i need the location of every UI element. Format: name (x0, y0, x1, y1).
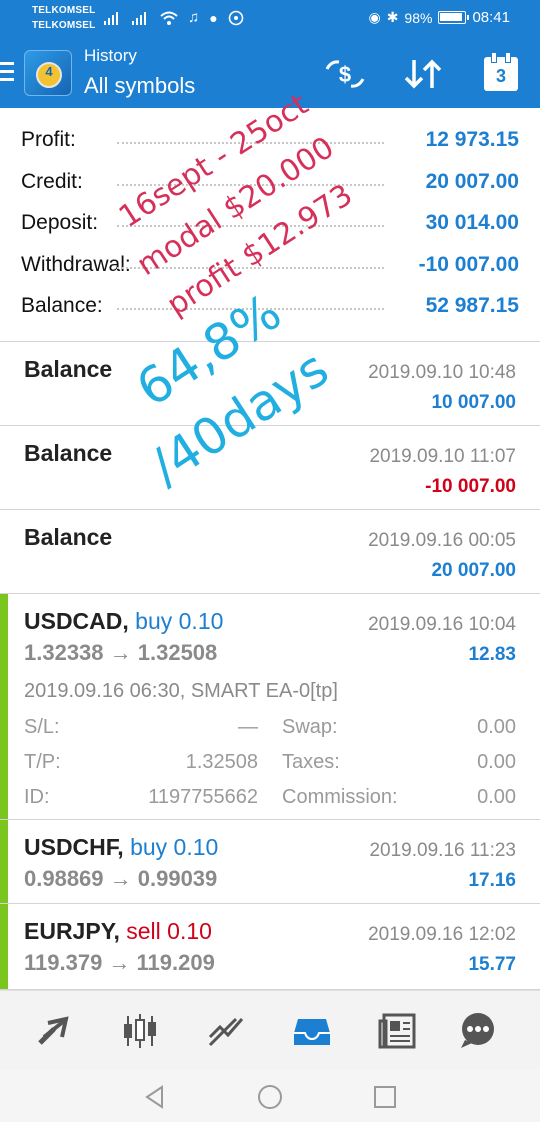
trade-open-info: 2019.09.16 06:30, SMART EA-0[tp] (24, 680, 338, 702)
trade-prices: 0.98869 → 0.99039 (24, 866, 218, 891)
sl-label: S/L: (24, 716, 60, 738)
status-icons-left: ♫ ● (104, 9, 244, 26)
summary-label: Credit: (21, 170, 83, 193)
operation-date: 2019.09.10 11:07 (369, 446, 516, 467)
wifi-icon (160, 11, 178, 25)
home-icon[interactable] (257, 1084, 283, 1110)
id-value: 1197755662 (148, 786, 258, 808)
carrier-label: TELKOMSEL (32, 5, 96, 16)
app-logo: 4 (24, 50, 72, 96)
trade-profit: 12.83 (468, 644, 516, 665)
bluetooth-icon: ✱ (386, 9, 399, 25)
dot-icon: ● (209, 9, 218, 26)
trade-symbol: USDCAD, (24, 608, 129, 634)
sl-value: — (238, 716, 258, 738)
trade-prices: 1.32338 → 1.32508 (24, 640, 218, 665)
trade-icon[interactable] (204, 1011, 248, 1051)
carrier-label: TELKOMSEL (32, 20, 96, 31)
commission-value: 0.00 (477, 786, 516, 808)
buy-indicator (0, 904, 8, 989)
summary-value: 12 973.15 (425, 128, 519, 151)
recents-icon[interactable] (372, 1084, 398, 1110)
summary-label: Deposit: (21, 211, 99, 234)
id-label: ID: (24, 786, 50, 808)
operation-amount: 20 007.00 (431, 560, 516, 581)
operation-label: Balance (24, 356, 113, 382)
calendar-icon[interactable]: 3 (482, 52, 520, 94)
summary-label: Withdrawal: (21, 253, 131, 276)
trade-date: 2019.09.16 10:04 (368, 614, 516, 635)
history-icon[interactable] (290, 1011, 334, 1051)
trade-profit: 17.16 (468, 870, 516, 891)
svg-text:$: $ (339, 62, 351, 87)
signal-icon (132, 11, 146, 25)
trade-side: buy 0.10 (135, 608, 224, 634)
buy-indicator (0, 820, 8, 903)
menu-icon[interactable] (0, 62, 14, 82)
chart-icon[interactable] (118, 1011, 162, 1051)
commission-label: Commission: (282, 786, 398, 808)
summary-value: 30 014.00 (425, 211, 519, 234)
sort-icon[interactable] (398, 54, 448, 94)
trade-prices: 119.379 → 119.209 (24, 950, 215, 975)
trade-row[interactable]: USDCAD, buy 0.10 1.32338 → 1.32508 2019.… (0, 594, 540, 820)
eye-icon: ◉ (368, 9, 381, 25)
swap-value: 0.00 (477, 716, 516, 738)
trade-profit: 15.77 (468, 954, 516, 975)
status-bar: TELKOMSEL TELKOMSEL ♫ ● ◉ ✱ 98% 08:41 (0, 0, 540, 38)
operation-amount: -10 007.00 (425, 476, 516, 497)
summary-label: Balance: (21, 294, 103, 317)
summary-label: Profit: (21, 128, 76, 151)
trade-symbol: EURJPY, (24, 918, 120, 944)
system-nav-bar (0, 1070, 540, 1122)
taxes-label: Taxes: (282, 751, 340, 773)
swap-label: Swap: (282, 716, 338, 738)
operation-date: 2019.09.10 10:48 (368, 362, 516, 383)
bottom-nav (0, 990, 540, 1070)
tp-label: T/P: (24, 751, 61, 773)
list-item[interactable]: Balance 2019.09.16 00:05 20 007.00 (0, 510, 540, 594)
calendar-day: 3 (484, 52, 518, 91)
operation-label: Balance (24, 524, 113, 550)
trade-side: sell 0.10 (126, 918, 212, 944)
operation-label: Balance (24, 440, 113, 466)
buy-indicator (0, 594, 8, 819)
clock: 08:41 (472, 9, 510, 26)
news-icon[interactable] (376, 1011, 420, 1051)
trade-date: 2019.09.16 11:23 (369, 840, 516, 861)
trade-row[interactable]: EURJPY, sell 0.10 119.379 → 119.209 2019… (0, 904, 540, 990)
battery-percent: 98% (404, 9, 433, 26)
trade-side: buy 0.10 (130, 834, 219, 860)
summary-value: 52 987.15 (425, 294, 519, 317)
signal-icon (104, 11, 118, 25)
operation-date: 2019.09.16 00:05 (368, 530, 516, 551)
tp-value: 1.32508 (185, 751, 258, 773)
page-subtitle: History (84, 46, 137, 65)
app-bar: 4 History All symbols $ 3 (0, 38, 540, 108)
trade-row[interactable]: USDCHF, buy 0.10 0.98869 → 0.99039 2019.… (0, 820, 540, 904)
chat-icon[interactable] (456, 1011, 500, 1051)
back-icon[interactable] (142, 1084, 168, 1110)
taxes-value: 0.00 (477, 751, 516, 773)
quotes-icon[interactable] (32, 1011, 76, 1051)
battery-icon (438, 11, 470, 24)
operation-amount: 10 007.00 (431, 392, 516, 413)
trade-symbol: USDCHF, (24, 834, 124, 860)
summary-value: 20 007.00 (425, 170, 519, 193)
symbol-filter[interactable]: All symbols (84, 73, 195, 99)
whatsapp-icon (228, 10, 244, 25)
summary-value: -10 007.00 (418, 253, 519, 276)
music-icon: ♫ (188, 9, 200, 26)
list-item[interactable]: Balance 2019.09.10 11:07 -10 007.00 (0, 426, 540, 510)
currency-exchange-icon[interactable]: $ (322, 54, 368, 94)
trade-date: 2019.09.16 12:02 (368, 924, 516, 945)
status-icons-right: ◉ ✱ 98% 08:41 (368, 9, 510, 26)
